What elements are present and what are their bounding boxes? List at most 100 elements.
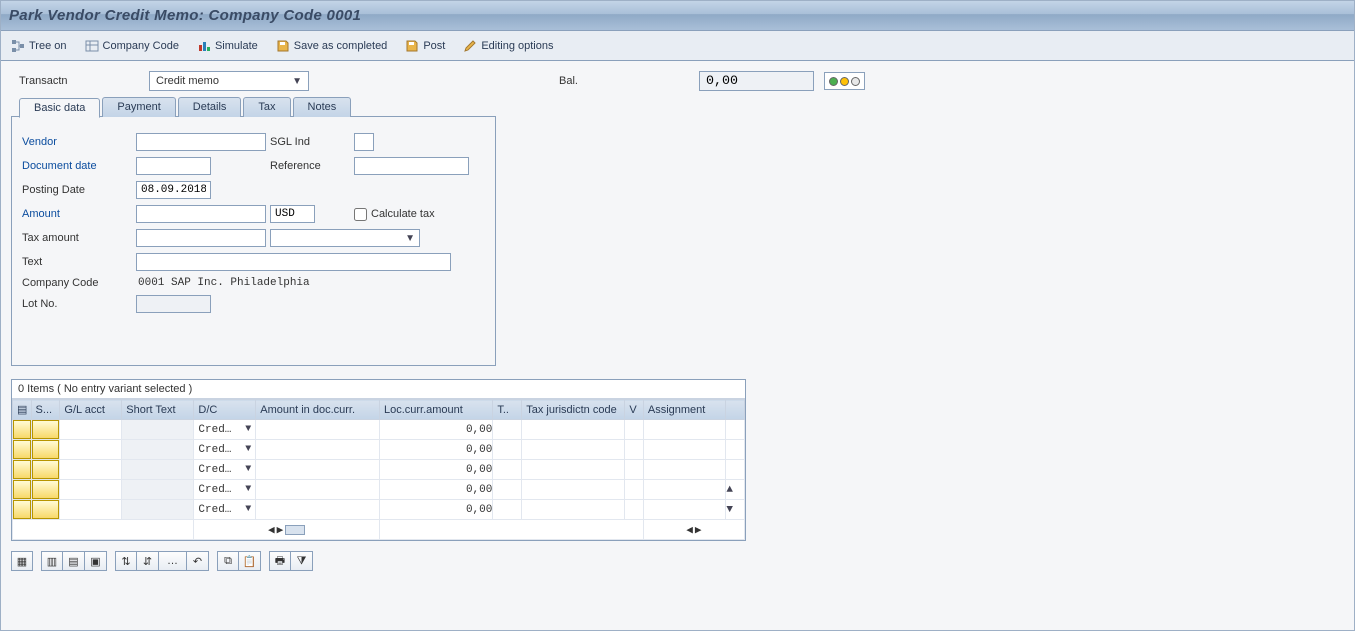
calculate-tax-checkbox[interactable] xyxy=(354,208,367,221)
status-button[interactable] xyxy=(32,440,60,459)
amount-doc-curr-cell[interactable] xyxy=(256,420,379,439)
document-date-field[interactable] xyxy=(136,157,211,175)
gl-acct-cell[interactable] xyxy=(60,500,121,519)
duplicate-row-button[interactable]: ▣ xyxy=(85,551,107,571)
tax-cell[interactable] xyxy=(493,480,521,499)
col-assignment[interactable]: Assignment xyxy=(643,400,725,420)
vendor-field[interactable] xyxy=(136,133,266,151)
tree-on-button[interactable]: Tree on xyxy=(11,39,67,53)
col-value-date[interactable]: V xyxy=(625,400,644,420)
reference-field[interactable] xyxy=(354,157,469,175)
col-dc[interactable]: D/C xyxy=(194,400,256,420)
value-date-cell[interactable] xyxy=(625,500,643,519)
tax-cell[interactable] xyxy=(493,500,521,519)
assignment-cell[interactable] xyxy=(644,420,725,439)
select-all-button[interactable]: ▦ xyxy=(11,551,33,571)
tax-cell[interactable] xyxy=(493,420,521,439)
tax-jurisdiction-cell[interactable] xyxy=(522,500,624,519)
gl-acct-cell[interactable] xyxy=(60,460,121,479)
status-button[interactable] xyxy=(32,500,60,519)
dc-select[interactable]: Cred… ▼ xyxy=(194,480,255,499)
vendor-label[interactable]: Vendor xyxy=(22,136,132,148)
post-button[interactable]: Post xyxy=(405,39,445,53)
assignment-cell[interactable] xyxy=(644,500,725,519)
transactn-select[interactable]: Credit memo ▼ xyxy=(149,71,309,91)
paste-button[interactable]: 📋 xyxy=(239,551,261,571)
scroll-left-icon[interactable]: ◀ xyxy=(268,523,275,537)
more-button[interactable]: … xyxy=(159,551,187,571)
tab-payment[interactable]: Payment xyxy=(102,97,175,117)
vertical-scroll-cell[interactable]: ▲ xyxy=(726,480,745,500)
currency-field[interactable] xyxy=(270,205,315,223)
dc-select[interactable]: Cred… ▼ xyxy=(194,420,255,439)
assignment-cell[interactable] xyxy=(644,440,725,459)
tab-basic-data[interactable]: Basic data xyxy=(19,98,100,118)
sort-desc-button[interactable]: ⇵ xyxy=(137,551,159,571)
col-selector[interactable]: ▤ xyxy=(13,400,32,420)
tax-jurisdiction-cell[interactable] xyxy=(522,420,624,439)
status-button[interactable] xyxy=(32,480,60,499)
amount-doc-curr-cell[interactable] xyxy=(256,500,379,519)
value-date-cell[interactable] xyxy=(625,480,643,499)
dc-select[interactable]: Cred… ▼ xyxy=(194,440,255,459)
filter-button[interactable]: ⧩ xyxy=(291,551,313,571)
vertical-scroll-cell[interactable]: ▼ xyxy=(726,500,745,520)
assignment-cell[interactable] xyxy=(644,460,725,479)
amount-label[interactable]: Amount xyxy=(22,208,132,220)
row-select-button[interactable] xyxy=(13,440,31,459)
col-loc-curr-amount[interactable]: Loc.curr.amount xyxy=(379,400,492,420)
posting-date-field[interactable] xyxy=(136,181,211,199)
sgl-ind-field[interactable] xyxy=(354,133,374,151)
status-button[interactable] xyxy=(32,460,60,479)
delete-row-button[interactable]: ▤ xyxy=(63,551,85,571)
value-date-cell[interactable] xyxy=(625,440,643,459)
document-date-label[interactable]: Document date xyxy=(22,160,132,172)
print-button[interactable]: 🖶 xyxy=(269,551,291,571)
col-status[interactable]: S... xyxy=(31,400,60,420)
tax-amount-field[interactable] xyxy=(136,229,266,247)
gl-acct-cell[interactable] xyxy=(60,480,121,499)
scrollbar-track[interactable] xyxy=(285,525,305,535)
value-date-cell[interactable] xyxy=(625,420,643,439)
tax-jurisdiction-cell[interactable] xyxy=(522,480,624,499)
amount-doc-curr-cell[interactable] xyxy=(256,460,379,479)
tab-notes[interactable]: Notes xyxy=(293,97,352,117)
scroll-left-icon[interactable]: ◀ xyxy=(686,523,693,537)
insert-row-button[interactable]: ▥ xyxy=(41,551,63,571)
vertical-scroll-cell[interactable] xyxy=(726,440,745,460)
save-completed-button[interactable]: Save as completed xyxy=(276,39,388,53)
col-tax-jurisdiction[interactable]: Tax jurisdictn code xyxy=(522,400,625,420)
col-gl-acct[interactable]: G/L acct xyxy=(60,400,122,420)
gl-acct-cell[interactable] xyxy=(60,440,121,459)
vertical-scroll-cell[interactable] xyxy=(726,460,745,480)
value-date-cell[interactable] xyxy=(625,460,643,479)
tax-jurisdiction-cell[interactable] xyxy=(522,440,624,459)
dc-select[interactable]: Cred… ▼ xyxy=(194,460,255,479)
copy-button[interactable]: ⧉ xyxy=(217,551,239,571)
company-code-button[interactable]: Company Code xyxy=(85,39,179,53)
row-select-button[interactable] xyxy=(13,420,31,439)
dc-select[interactable]: Cred… ▼ xyxy=(194,500,255,519)
row-select-button[interactable] xyxy=(13,500,31,519)
scroll-right-icon[interactable]: ▶ xyxy=(695,523,702,537)
scroll-right-icon[interactable]: ▶ xyxy=(277,523,284,537)
editing-options-button[interactable]: Editing options xyxy=(463,39,553,53)
row-select-button[interactable] xyxy=(13,460,31,479)
tax-code-select[interactable]: ▼ xyxy=(270,229,420,247)
sort-asc-button[interactable]: ⇅ xyxy=(115,551,137,571)
tax-jurisdiction-cell[interactable] xyxy=(522,460,624,479)
undo-button[interactable]: ↶ xyxy=(187,551,209,571)
tab-details[interactable]: Details xyxy=(178,97,242,117)
tax-cell[interactable] xyxy=(493,440,521,459)
vertical-scroll-cell[interactable] xyxy=(726,420,745,440)
col-short-text[interactable]: Short Text xyxy=(122,400,194,420)
tab-tax[interactable]: Tax xyxy=(243,97,290,117)
tax-cell[interactable] xyxy=(493,460,521,479)
status-button[interactable] xyxy=(32,420,60,439)
col-tax[interactable]: T.. xyxy=(493,400,522,420)
amount-doc-curr-cell[interactable] xyxy=(256,480,379,499)
col-amount-doc-curr[interactable]: Amount in doc.curr. xyxy=(256,400,380,420)
amount-doc-curr-cell[interactable] xyxy=(256,440,379,459)
simulate-button[interactable]: Simulate xyxy=(197,39,258,53)
assignment-cell[interactable] xyxy=(644,480,725,499)
